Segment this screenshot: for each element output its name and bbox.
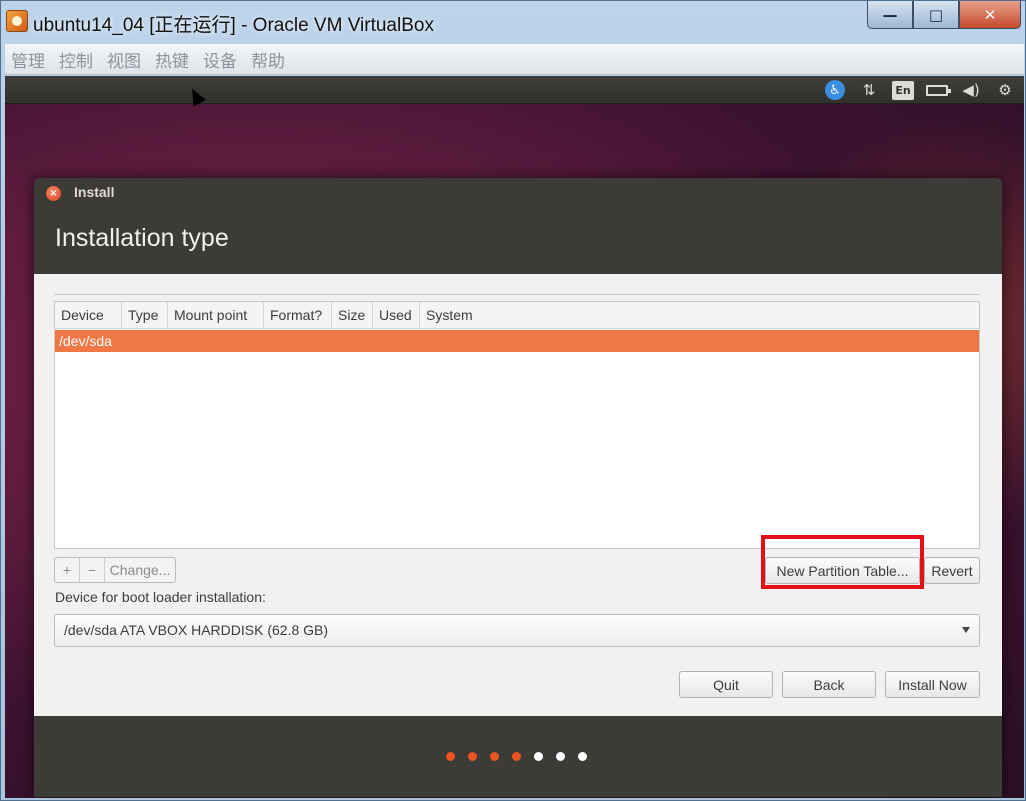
keyboard-language-icon[interactable]: En [886,78,920,102]
add-partition-button[interactable]: + [55,558,80,582]
menu-manage[interactable]: 管理 [11,47,45,72]
separator [54,294,980,295]
boot-loader-label: Device for boot loader installation: [55,589,266,605]
highlight-annotation [761,535,924,589]
progress-dot-complete [446,752,455,761]
accessibility-icon[interactable]: ♿ [818,78,852,102]
minimize-button[interactable]: — [867,1,913,29]
progress-dot-complete [468,752,477,761]
system-tray: ♿ ⇅ En ◀) ⚙ [818,78,1022,102]
progress-dot-complete [490,752,499,761]
volume-icon[interactable]: ◀) [954,78,988,102]
progress-dot-pending [534,752,543,761]
partition-toolbar: + − Change... [54,557,176,583]
menu-view[interactable]: 视图 [107,47,141,72]
install-dialog: × Install Installation type Device Type … [34,178,1002,797]
column-used[interactable]: Used [373,302,420,329]
column-format[interactable]: Format? [264,302,332,329]
table-row[interactable]: /dev/sda [55,330,979,352]
partition-table[interactable]: Device Type Mount point Format? Size Use… [54,301,980,549]
window-controls: — □ ✕ [867,1,1021,29]
column-system[interactable]: System [420,302,979,329]
ubuntu-top-panel: ♿ ⇅ En ◀) ⚙ [5,76,1024,104]
column-mount-point[interactable]: Mount point [168,302,264,329]
virtualbox-window: ubuntu14_04 [正在运行] - Oracle VM VirtualBo… [0,0,1026,801]
dialog-close-icon[interactable]: × [46,186,61,201]
column-device[interactable]: Device [55,302,122,329]
progress-dot-pending [578,752,587,761]
guest-screen[interactable]: ♿ ⇅ En ◀) ⚙ × Install Installation type … [5,76,1024,798]
back-button[interactable]: Back [782,671,876,698]
accessibility-glyph: ♿ [825,80,845,100]
window-titlebar[interactable]: ubuntu14_04 [正在运行] - Oracle VM VirtualBo… [1,1,1026,43]
dialog-header: × Install Installation type [34,178,1002,274]
change-partition-button[interactable]: Change... [105,558,175,582]
progress-dot-pending [556,752,565,761]
dialog-footer [34,716,1002,797]
remove-partition-button[interactable]: − [80,558,105,582]
menu-hotkeys[interactable]: 热键 [155,47,189,72]
row-device: /dev/sda [59,333,112,349]
boot-loader-select[interactable]: /dev/sda ATA VBOX HARDDISK (62.8 GB) [54,614,980,647]
menu-control[interactable]: 控制 [59,47,93,72]
revert-button[interactable]: Revert [924,557,980,584]
boot-loader-value: /dev/sda ATA VBOX HARDDISK (62.8 GB) [64,622,329,638]
menu-help[interactable]: 帮助 [251,47,285,72]
network-icon[interactable]: ⇅ [852,78,886,102]
progress-dot-complete [512,752,521,761]
settings-icon[interactable]: ⚙ [988,78,1022,102]
table-header: Device Type Mount point Format? Size Use… [55,302,979,329]
battery-shape [926,84,951,96]
battery-icon[interactable] [920,78,954,102]
menu-devices[interactable]: 设备 [203,47,237,72]
progress-dots [446,752,600,761]
install-now-button[interactable]: Install Now [885,671,980,698]
dialog-body: Device Type Mount point Format? Size Use… [34,274,1002,716]
quit-button[interactable]: Quit [679,671,773,698]
virtualbox-app-icon [6,10,28,32]
language-indicator: En [892,80,914,100]
menu-bar: 管理 控制 视图 热键 设备 帮助 [5,44,1024,75]
page-title: Installation type [55,224,229,252]
column-size[interactable]: Size [332,302,373,329]
maximize-button[interactable]: □ [913,1,959,29]
column-type[interactable]: Type [122,302,168,329]
dialog-window-title: Install [74,184,115,200]
close-button[interactable]: ✕ [959,1,1021,29]
window-title: ubuntu14_04 [正在运行] - Oracle VM VirtualBo… [33,15,434,36]
chevron-down-icon [962,627,970,633]
